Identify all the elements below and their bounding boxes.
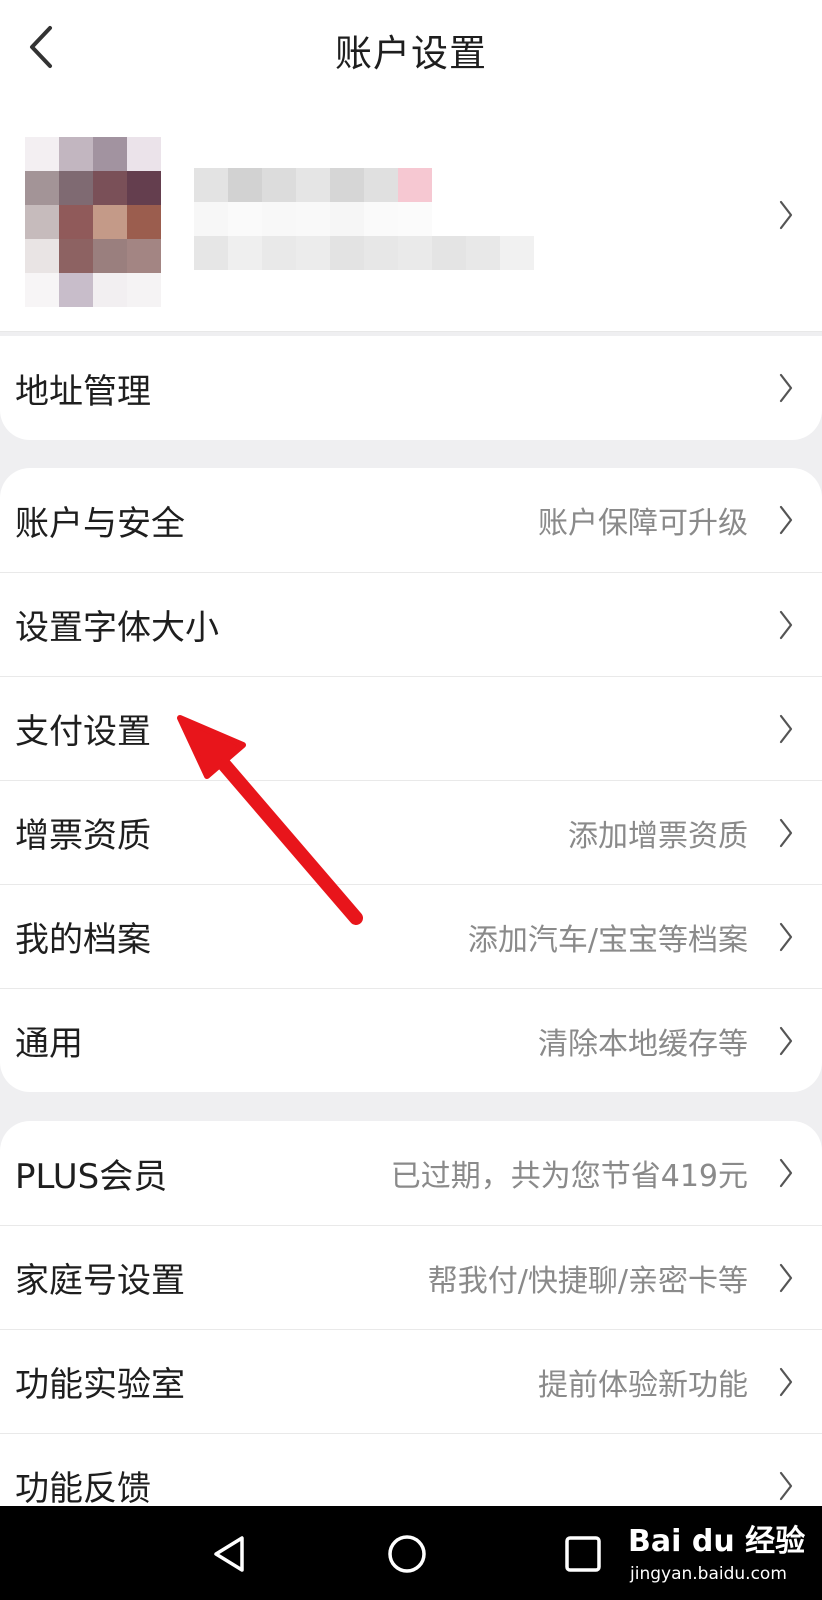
menu-item-label: 增票资质 — [15, 816, 151, 856]
menu-item-my-profile[interactable]: 我的档案 添加汽车/宝宝等档案 — [0, 884, 822, 988]
square-recent-icon — [565, 1536, 601, 1572]
chevron-right-icon — [778, 505, 794, 535]
chevron-right-icon — [778, 373, 794, 403]
user-detail-blurred — [194, 236, 534, 270]
address-section: 地址管理 — [0, 336, 822, 440]
menu-item-label: PLUS会员 — [15, 1156, 168, 1197]
menu-item-label: 地址管理 — [15, 371, 151, 412]
top-bar: 账户设置 — [0, 0, 822, 100]
menu-item-value: 添加增票资质 — [568, 818, 748, 854]
baidu-watermark: Bai du 经验 jingyan.baidu.com — [628, 1510, 805, 1594]
menu-item-plus-member[interactable]: PLUS会员 已过期，共为您节省419元 — [0, 1121, 822, 1225]
avatar — [25, 137, 161, 307]
user-info-blurred — [194, 202, 432, 236]
menu-item-vat-invoice[interactable]: 增票资质 添加增票资质 — [0, 780, 822, 884]
back-button[interactable] — [16, 22, 66, 72]
menu-item-label: 账户与安全 — [15, 503, 185, 544]
chevron-left-icon — [30, 26, 52, 68]
nav-home-button[interactable] — [379, 1526, 435, 1582]
nav-back-button[interactable] — [202, 1526, 258, 1582]
menu-item-font-size[interactable]: 设置字体大小 — [0, 572, 822, 676]
chevron-right-icon — [778, 1367, 794, 1397]
watermark-site: jingyan.baidu.com — [630, 1564, 787, 1584]
menu-item-account-security[interactable]: 账户与安全 账户保障可升级 — [0, 468, 822, 572]
menu-item-general[interactable]: 通用 清除本地缓存等 — [0, 988, 822, 1092]
menu-item-address-management[interactable]: 地址管理 — [0, 336, 822, 440]
menu-item-value: 添加汽车/宝宝等档案 — [467, 922, 748, 958]
profile-card[interactable] — [0, 100, 822, 332]
menu-item-label: 设置字体大小 — [15, 608, 219, 648]
chevron-right-icon — [778, 818, 794, 848]
chevron-right-icon — [778, 1471, 794, 1501]
nav-recent-button[interactable] — [555, 1526, 611, 1582]
menu-item-family-account[interactable]: 家庭号设置 帮我付/快捷聊/亲密卡等 — [0, 1225, 822, 1329]
menu-item-label: 通用 — [15, 1024, 83, 1064]
menu-item-value: 提前体验新功能 — [538, 1367, 748, 1403]
menu-item-value: 账户保障可升级 — [538, 506, 748, 541]
membership-section: PLUS会员 已过期，共为您节省419元 家庭号设置 帮我付/快捷聊/亲密卡等 … — [0, 1121, 822, 1506]
chevron-right-icon — [778, 200, 794, 230]
menu-item-feedback[interactable]: 功能反馈 — [0, 1433, 822, 1506]
menu-item-value: 清除本地缓存等 — [538, 1026, 748, 1062]
menu-item-label: 功能实验室 — [15, 1365, 185, 1405]
menu-item-label: 家庭号设置 — [15, 1261, 185, 1301]
account-settings-screen: 账户设置 地址管理 账户与安全 账户保障可升级 设置字体大小 支付设置 增票资质… — [0, 0, 822, 1506]
chevron-right-icon — [778, 610, 794, 640]
menu-item-feature-lab[interactable]: 功能实验室 提前体验新功能 — [0, 1329, 822, 1433]
chevron-right-icon — [778, 922, 794, 952]
chevron-right-icon — [778, 1158, 794, 1188]
username-blurred — [194, 168, 432, 202]
chevron-right-icon — [778, 1263, 794, 1293]
watermark-brand: Bai du 经验 — [628, 1524, 806, 1559]
circle-home-icon — [388, 1535, 426, 1573]
menu-item-label: 我的档案 — [15, 920, 151, 960]
account-section: 账户与安全 账户保障可升级 设置字体大小 支付设置 增票资质 添加增票资质 我的… — [0, 468, 822, 1092]
chevron-right-icon — [778, 1026, 794, 1056]
page-title: 账户设置 — [335, 32, 487, 75]
triangle-back-icon — [214, 1536, 244, 1572]
menu-item-value: 已过期，共为您节省419元 — [390, 1159, 748, 1194]
menu-item-value: 帮我付/快捷聊/亲密卡等 — [427, 1263, 748, 1299]
menu-item-payment-settings[interactable]: 支付设置 — [0, 676, 822, 780]
menu-item-label: 功能反馈 — [15, 1469, 151, 1506]
menu-item-label: 支付设置 — [15, 712, 151, 752]
chevron-right-icon — [778, 714, 794, 744]
